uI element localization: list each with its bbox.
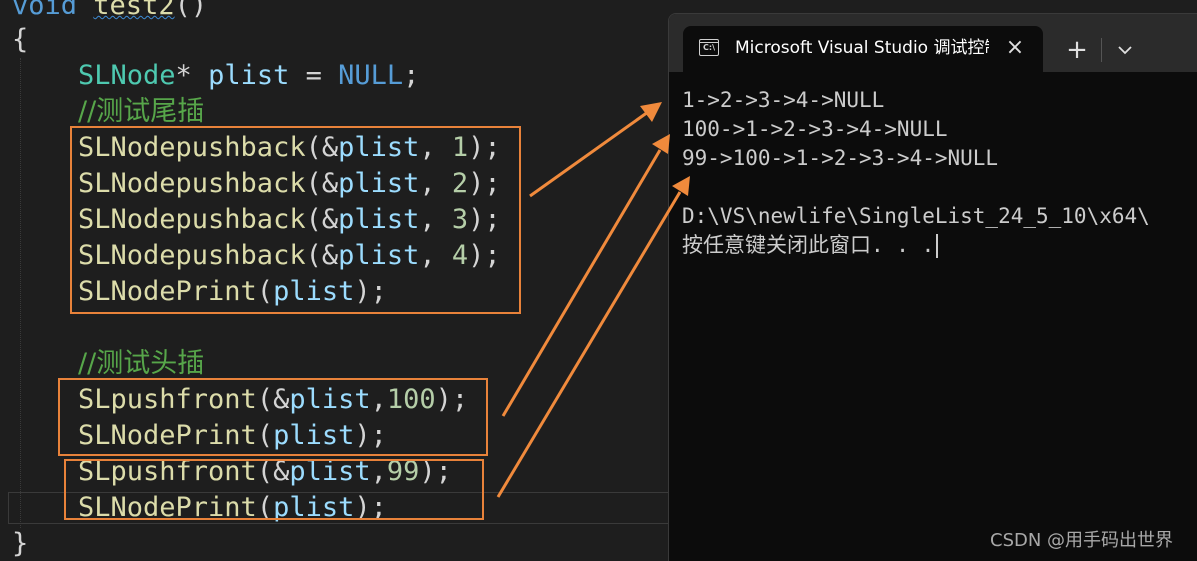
- code-line-declaration[interactable]: SLNode* plist = NULL;: [78, 58, 419, 94]
- highlight-box-front-100: [58, 378, 488, 456]
- null-keyword: NULL: [338, 60, 404, 91]
- chevron-down-icon[interactable]: [1109, 34, 1141, 66]
- code-line-open-brace[interactable]: {: [12, 22, 28, 58]
- pointer-star: *: [175, 60, 209, 91]
- output-line: 100->1->2->3->4->NULL: [682, 117, 948, 141]
- new-tab-button[interactable]: +: [1061, 34, 1093, 66]
- highlight-box-front-99: [64, 459, 484, 520]
- console-icon: C:\: [699, 39, 719, 56]
- type-name: SLNode: [78, 60, 176, 91]
- close-brace: }: [12, 528, 29, 559]
- code-line-signature[interactable]: void test2(): [12, 0, 207, 24]
- tab-divider: [1101, 38, 1102, 62]
- variable: plist: [208, 60, 290, 91]
- tab-debug-console[interactable]: C:\ Microsoft Visual Studio 调试控制台 ×: [683, 26, 1043, 72]
- comment-tail-insert: //测试尾插: [78, 96, 205, 127]
- function-name: test2: [93, 0, 175, 21]
- tab-bar: C:\ Microsoft Visual Studio 调试控制台 × +: [669, 14, 1197, 72]
- console-output: 1->2->3->4->NULL 100->1->2->3->4->NULL 9…: [682, 86, 1150, 260]
- indent-guide: [20, 58, 21, 528]
- output-line: D:\VS\newlife\SingleList_24_5_10\x64\: [682, 204, 1150, 228]
- prompt-text: 按任意键关闭此窗口. . .: [682, 233, 935, 257]
- assign: =: [289, 60, 339, 91]
- output-line-prompt: 按任意键关闭此窗口. . .: [682, 231, 1150, 260]
- tab-title: Microsoft Visual Studio 调试控制台: [735, 38, 989, 58]
- highlight-box-tail-insert: [70, 126, 521, 314]
- code-line-close-brace[interactable]: }: [12, 526, 28, 561]
- close-icon[interactable]: ×: [1001, 34, 1029, 62]
- open-brace: {: [12, 24, 29, 55]
- output-line: 99->100->1->2->3->4->NULL: [682, 146, 999, 170]
- output-line: 1->2->3->4->NULL: [682, 88, 885, 112]
- watermark: CSDN @用手码出世界: [990, 530, 1174, 551]
- comment-head-insert: //测试头插: [78, 348, 205, 379]
- debug-console-window[interactable]: C:\ Microsoft Visual Studio 调试控制台 × + 1-…: [668, 13, 1197, 561]
- semicolon: ;: [403, 60, 420, 91]
- keyword-void: void: [12, 0, 78, 21]
- punctuation: (): [174, 0, 208, 21]
- text-cursor: [936, 234, 939, 258]
